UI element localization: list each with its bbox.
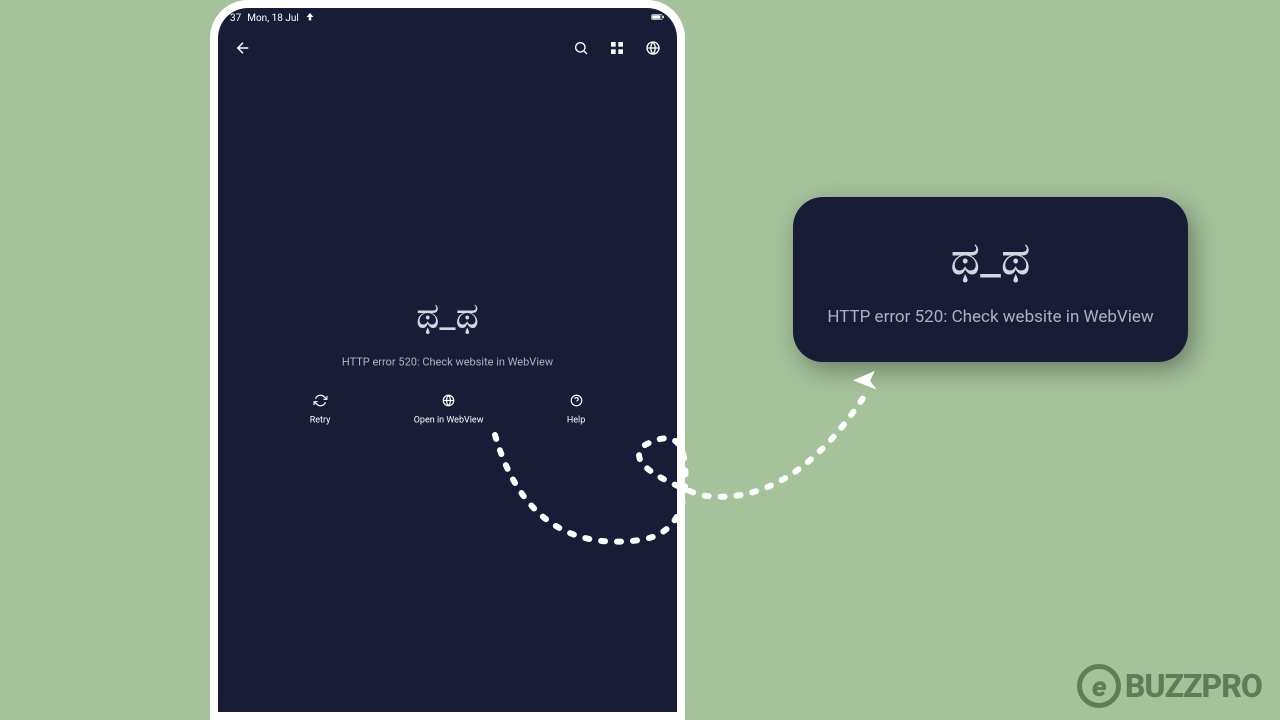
- search-icon[interactable]: [573, 40, 589, 56]
- error-content: ಥ_ಥ HTTP error 520: Check website in Web…: [218, 295, 677, 426]
- status-bar: 37 Mon, 18 Jul: [218, 8, 677, 29]
- error-actions: Retry Open in WebView Help: [218, 393, 677, 426]
- watermark-text: BUZZPRO: [1125, 667, 1262, 705]
- error-emoji: ಥ_ಥ: [218, 295, 677, 338]
- error-message: HTTP error 520: Check website in WebView: [218, 356, 677, 369]
- cursor-arrow-icon: [852, 363, 884, 399]
- callout-card: ಥ_ಥ HTTP error 520: Check website in Web…: [793, 197, 1188, 362]
- globe-icon[interactable]: [645, 40, 661, 56]
- status-time: 37: [230, 13, 241, 24]
- phone-screen: 37 Mon, 18 Jul: [218, 8, 677, 712]
- help-button[interactable]: Help: [567, 393, 585, 426]
- status-date: Mon, 18 Jul: [247, 13, 299, 24]
- help-label: Help: [567, 416, 585, 426]
- status-indicator-icon: [305, 12, 315, 25]
- phone-frame: 37 Mon, 18 Jul: [210, 0, 685, 720]
- watermark-icon: e: [1077, 664, 1121, 708]
- help-icon: [569, 393, 583, 412]
- status-bar-left: 37 Mon, 18 Jul: [230, 12, 315, 25]
- globe-icon: [442, 393, 456, 412]
- watermark: e BUZZPRO: [1077, 664, 1262, 708]
- refresh-icon: [313, 393, 327, 412]
- app-bar-actions: [573, 40, 661, 56]
- retry-label: Retry: [310, 416, 331, 426]
- back-button[interactable]: [234, 39, 252, 57]
- status-bar-right: [651, 12, 665, 25]
- retry-button[interactable]: Retry: [310, 393, 331, 426]
- open-webview-button[interactable]: Open in WebView: [414, 393, 484, 426]
- callout-message: HTTP error 520: Check website in WebView: [827, 307, 1153, 327]
- app-bar: [218, 29, 677, 67]
- callout-emoji: ಥ_ಥ: [950, 232, 1030, 287]
- battery-icon: [651, 12, 665, 25]
- grid-icon[interactable]: [609, 40, 625, 56]
- open-webview-label: Open in WebView: [414, 416, 484, 426]
